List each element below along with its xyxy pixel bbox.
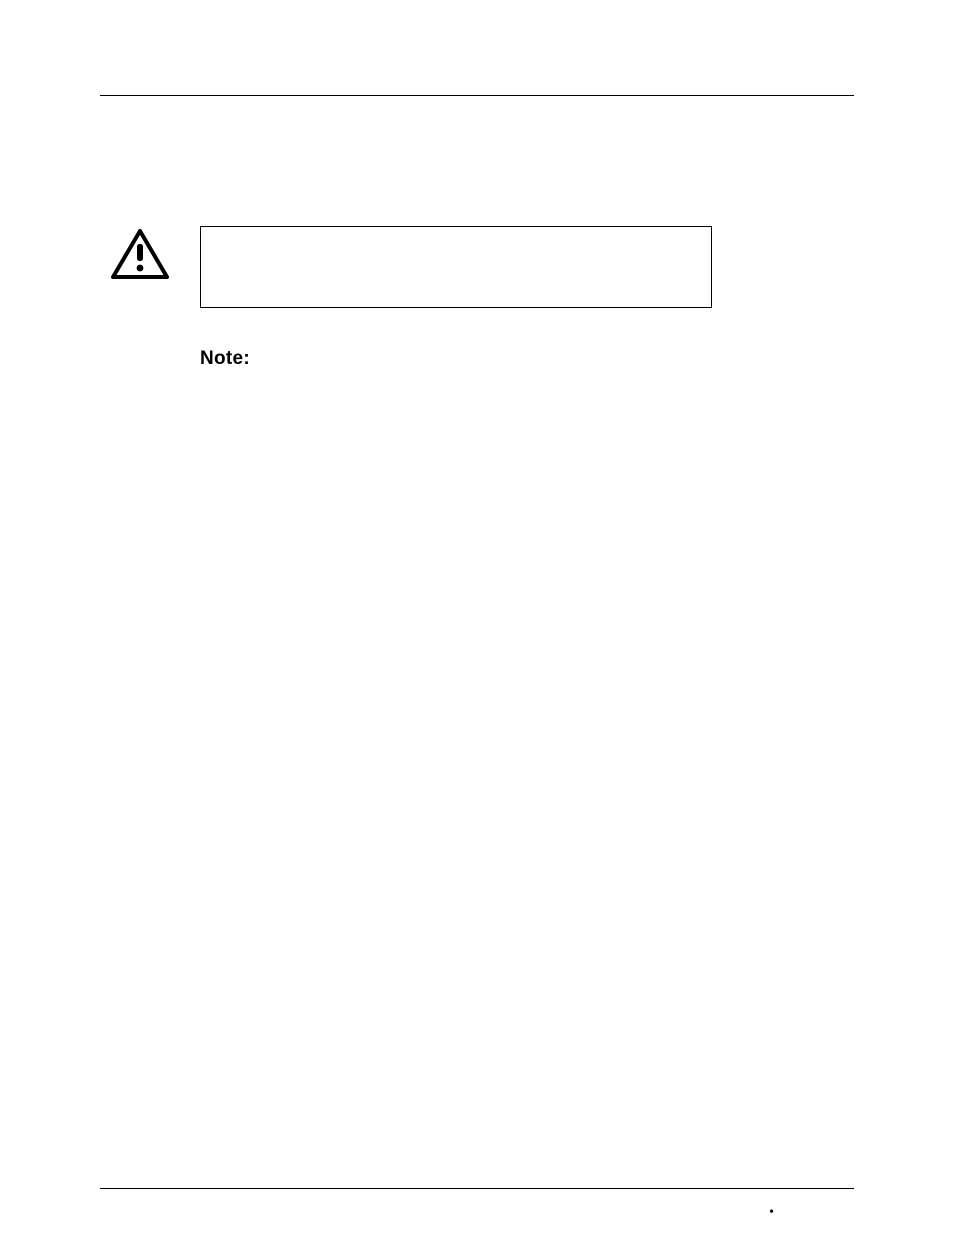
document-page: Note: • [0,0,954,1235]
note-label: Note: [100,348,854,370]
footer-bullet: • [769,1206,774,1220]
callout-row [100,226,854,308]
page-footer: • [100,1188,854,1189]
callout-box [200,226,712,308]
top-horizontal-rule [100,95,854,96]
warning-icon [110,228,170,285]
bottom-horizontal-rule [100,1188,854,1189]
